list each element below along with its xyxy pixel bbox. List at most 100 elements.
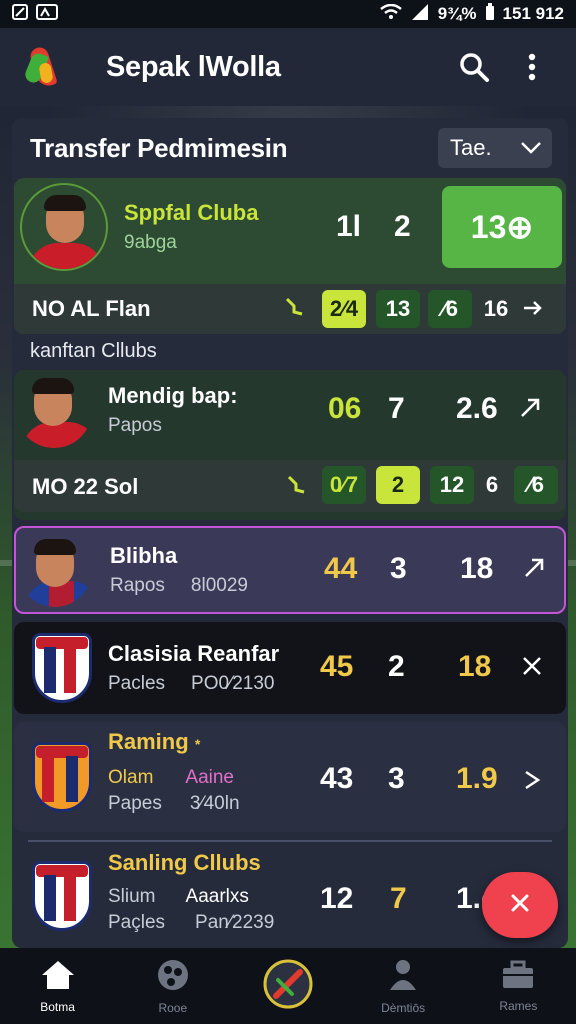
stat-c: 18: [458, 650, 492, 683]
section-label: kanftan Cllubs: [30, 340, 157, 362]
nav-label: Botma: [40, 999, 75, 1014]
avatar: [16, 372, 92, 448]
player-name: Sppfal Cluba: [124, 200, 259, 225]
filter-select[interactable]: Tae.: [438, 128, 552, 168]
nav-item-person[interactable]: Dèmtiōs: [353, 958, 453, 1015]
featured-action-button[interactable]: 13⊕: [442, 186, 562, 268]
nav-item-center[interactable]: [238, 958, 338, 1015]
stat-b: 7: [388, 392, 405, 425]
close-fab-button[interactable]: [482, 872, 558, 938]
signal-icon: [410, 3, 430, 25]
stat-c: 18: [460, 552, 494, 585]
chip: 0⁄7: [322, 466, 366, 504]
stat-b: 2: [388, 650, 405, 683]
boot-icon: [284, 296, 306, 323]
stat-b: 2: [394, 210, 411, 243]
nav-item-briefcase[interactable]: Rames: [468, 960, 568, 1013]
stat-a: 45: [320, 650, 354, 683]
person-icon: [388, 958, 418, 997]
club-sub: Papes 3⁄40ln: [108, 793, 240, 814]
more-vert-icon[interactable]: [512, 47, 552, 87]
app-logo-icon: [22, 39, 64, 95]
trend-icon: [520, 654, 548, 682]
bottom-nav: Botma Rooe Dèmtiōs Rames: [0, 948, 576, 1024]
stat-a: 44: [324, 552, 358, 585]
status-bar: 9¾% 151 912: [0, 0, 576, 28]
avatar: [20, 183, 108, 271]
chip: 6: [485, 472, 499, 497]
close-icon: [510, 893, 530, 918]
featured-card[interactable]: Sppfal Cluba 9abga 1l 2 13⊕ NO AL Flan 2…: [14, 178, 566, 334]
club-detail-row: MO 22 Sol 0⁄7 2 12 6 ⁄6: [14, 460, 566, 512]
club-card[interactable]: Blibha Rapos 8l0029 44 3 18: [14, 526, 566, 614]
chip: 2: [376, 466, 420, 504]
stat-a: 43: [320, 762, 354, 795]
panel-title: Transfer Pedmimesin: [30, 132, 288, 163]
club-card[interactable]: Clasisia Reanfar Pacles PO0⁄2130 45 2 18: [14, 622, 566, 714]
club-sub: Slium Aaarlxs: [108, 886, 249, 907]
club-name: Clasisia Reanfar: [108, 641, 280, 666]
avatar: [18, 533, 92, 607]
chip: 16: [483, 296, 509, 321]
wifi-icon: [380, 3, 402, 25]
battery-text: 9¾%: [437, 4, 477, 23]
trend-icon: [520, 768, 548, 796]
player-sub: 9abga: [124, 232, 177, 253]
club-sub: Paçles Pan⁄2239: [108, 912, 275, 933]
arrow-right-icon[interactable]: [522, 298, 544, 323]
divider: [28, 840, 552, 842]
player-name: Mendig bap:: [108, 383, 238, 408]
nav-label: Rooe: [158, 1000, 188, 1015]
nav-item-ball[interactable]: Rooe: [123, 958, 223, 1015]
stat-c: 1.9: [456, 762, 498, 795]
stat-b: 3: [390, 552, 407, 585]
stat-c: 2.6: [456, 392, 498, 425]
club-name: Sanling Cllubs: [108, 850, 261, 875]
chip: ⁄6: [428, 290, 472, 328]
club-crest-icon: [32, 742, 92, 812]
club-sub: Pacles PO0⁄2130: [108, 673, 275, 694]
chip: ⁄6: [514, 466, 558, 504]
ball-icon: [156, 958, 190, 997]
detail-label: NO AL Flan: [32, 296, 151, 321]
club-card[interactable]: Raming * Olam Aaine Papes 3⁄40ln 43 3 1.9: [14, 722, 566, 832]
club-name: Raming *: [108, 729, 201, 754]
club-crest-icon: [32, 633, 92, 703]
app-bar: Sepak lWolla: [0, 28, 576, 106]
boot-icon: [286, 474, 308, 501]
club-card[interactable]: Mendig bap: Papos 06 7 2.6 MO 22 Sol 0⁄7…: [14, 370, 566, 520]
notification-icon: [12, 3, 28, 25]
nav-item-home[interactable]: Botma: [8, 959, 108, 1014]
trend-icon: [518, 396, 546, 424]
gallery-icon: [36, 3, 58, 25]
search-icon[interactable]: [454, 47, 494, 87]
filter-value: Tae.: [450, 135, 492, 160]
home-icon: [40, 959, 76, 996]
transfer-panel: Transfer Pedmimesin Tae. Sppfal Cluba 9a…: [12, 118, 568, 948]
nav-label: Rames: [499, 998, 538, 1013]
app-title: Sepak lWolla: [106, 50, 281, 83]
player-sub: Papos: [108, 415, 162, 436]
stat-b: 7: [390, 882, 407, 915]
stat-a: 12: [320, 882, 354, 915]
nav-label: Dèmtiōs: [381, 1000, 426, 1015]
featured-detail-row: NO AL Flan 2⁄4 13 ⁄6 16: [14, 284, 566, 334]
battery-icon: [485, 2, 495, 26]
stat-a: 06: [328, 392, 362, 425]
club-name: Blibha: [110, 543, 178, 568]
briefcase-icon: [501, 960, 535, 995]
club-sub: Rapos 8l0029: [110, 575, 248, 596]
chip: 13: [376, 290, 420, 328]
club-crest-icon: [32, 861, 92, 931]
club-sub: Olam Aaine: [108, 767, 235, 788]
clock: 151 912: [502, 4, 564, 23]
trend-icon: [522, 556, 550, 584]
stat-a: 1l: [336, 210, 362, 243]
stat-b: 3: [388, 762, 405, 795]
chip: 2⁄4: [322, 290, 366, 328]
chevron-down-icon: [520, 135, 542, 161]
center-logo-icon: [262, 958, 314, 1015]
detail-label: MO 22 Sol: [32, 474, 139, 499]
chip: 12: [430, 466, 474, 504]
panel-header: Transfer Pedmimesin Tae.: [12, 118, 568, 178]
